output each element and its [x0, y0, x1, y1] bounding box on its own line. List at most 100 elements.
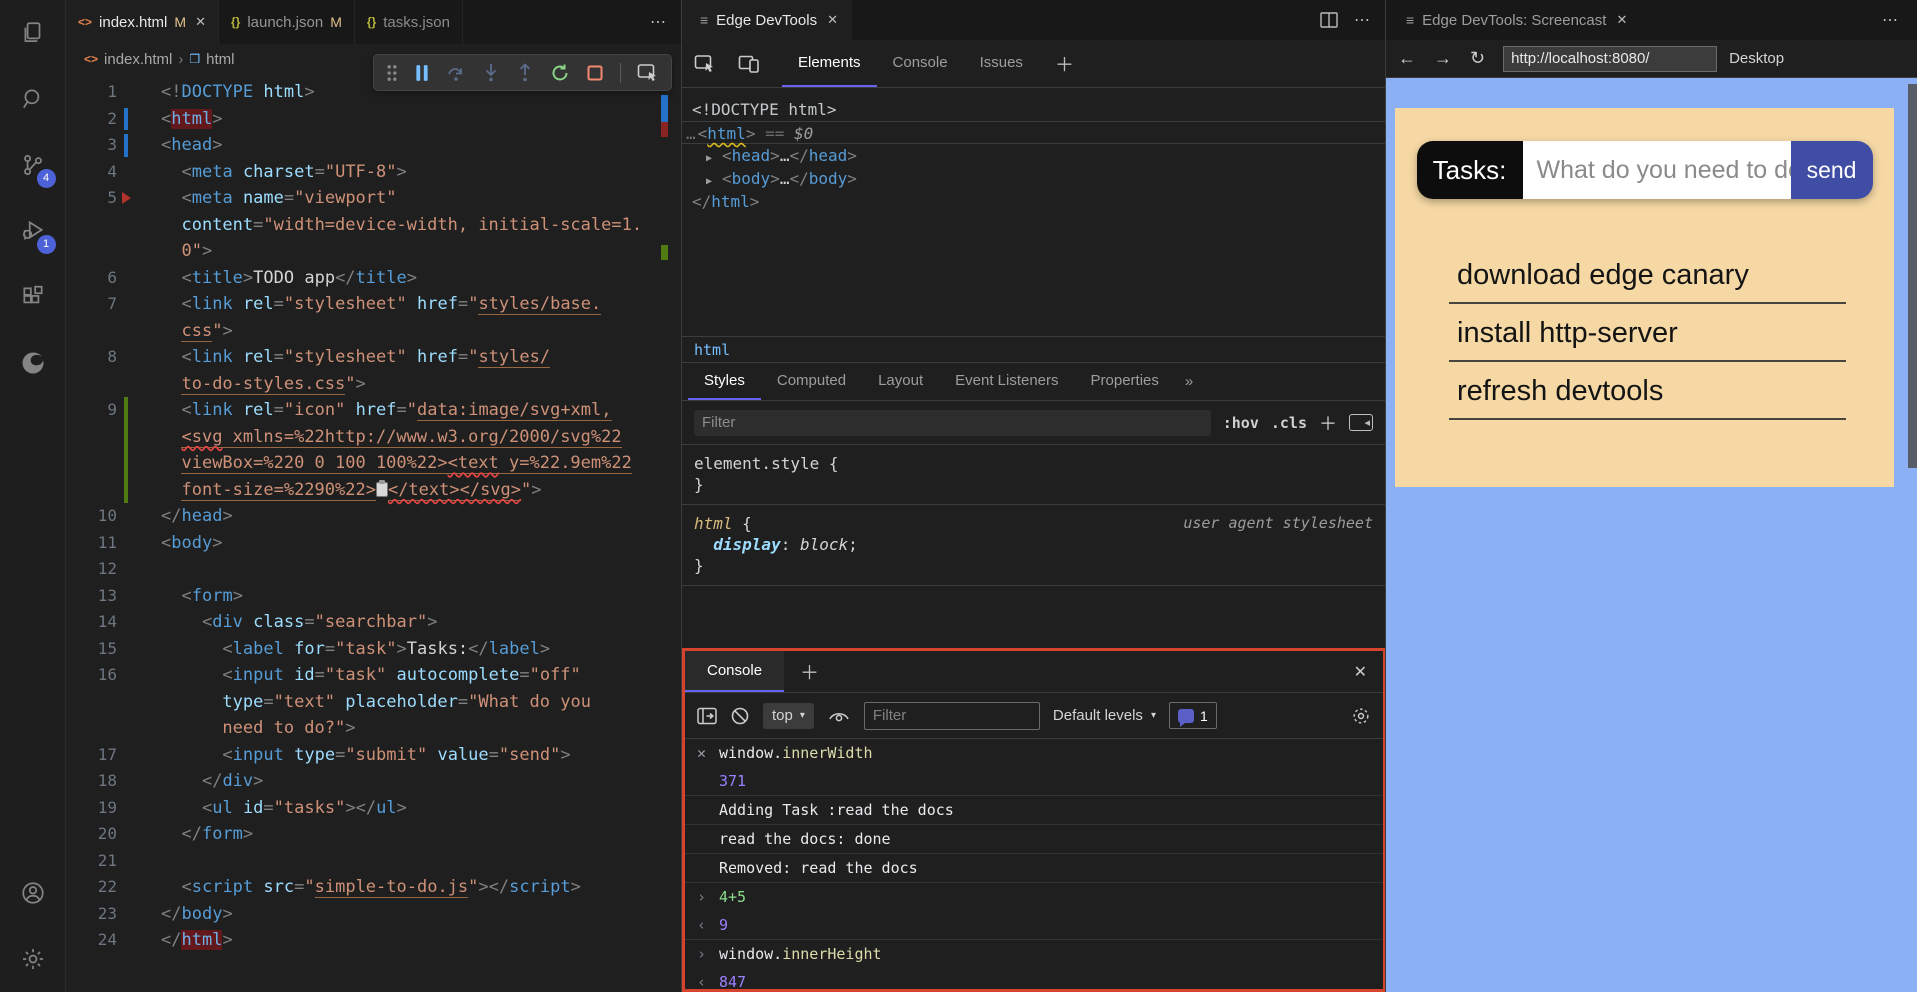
element-states-panel-icon[interactable]: ◂	[1349, 414, 1373, 431]
code-line[interactable]: 10 </head>	[66, 503, 681, 530]
code-line[interactable]: 8 <link rel="stylesheet" href="styles/	[66, 344, 681, 371]
task-item[interactable]: download edge canary	[1449, 255, 1846, 304]
code-line[interactable]: 14 <div class="searchbar">	[66, 609, 681, 636]
messages-badge[interactable]: 1	[1168, 702, 1217, 729]
run-debug-icon[interactable]: 1	[0, 198, 66, 264]
live-expression-eye-icon[interactable]	[827, 707, 851, 725]
code-line[interactable]: 20 </form>	[66, 821, 681, 848]
code-line[interactable]: content="width=device-width, initial-sca…	[66, 212, 681, 239]
console-message[interactable]: Adding Task :read the docs	[685, 795, 1383, 824]
code-line[interactable]: 18 </div>	[66, 768, 681, 795]
console-message[interactable]: › 4+5	[685, 882, 1383, 911]
cls-toggle[interactable]: .cls	[1271, 414, 1307, 432]
inspect-element-icon[interactable]	[694, 54, 716, 74]
code-line[interactable]: font-size=%2290%22> </text></svg>">	[66, 476, 681, 503]
code-line[interactable]: viewBox=%220 0 100 100%22><text y=%22.9e…	[66, 450, 681, 477]
console-filter-input[interactable]: Filter	[863, 701, 1040, 730]
code-line[interactable]: 5 <meta name="viewport"	[66, 185, 681, 212]
close-console-icon[interactable]: ✕	[1354, 662, 1367, 682]
pause-button[interactable]	[414, 64, 430, 82]
code-line[interactable]: 11 <body>	[66, 530, 681, 557]
styles-filter-input[interactable]: Filter	[694, 409, 1211, 436]
more-actions-icon[interactable]: ⋯	[1882, 10, 1899, 30]
code-line[interactable]: 3 <head>	[66, 132, 681, 159]
console-message[interactable]: ‹ 847	[685, 968, 1383, 989]
step-over-button[interactable]	[446, 63, 466, 83]
code-line[interactable]: 6 <title>TODO app</title>	[66, 265, 681, 292]
code-line[interactable]: 4 <meta charset="UTF-8">	[66, 159, 681, 186]
code-line[interactable]: 7 <link rel="stylesheet" href="styles/ba…	[66, 291, 681, 318]
forward-icon[interactable]: →	[1434, 48, 1452, 69]
code-line[interactable]: to-do-styles.css">	[66, 371, 681, 398]
explorer-icon[interactable]	[0, 0, 66, 66]
split-editor-icon[interactable]	[1320, 12, 1338, 28]
task-input[interactable]: What do you need to do	[1522, 141, 1791, 199]
code-line[interactable]: 2 <html>	[66, 106, 681, 133]
drag-grip-icon[interactable]	[386, 64, 398, 82]
code-line[interactable]: 19 <ul id="tasks"></ul>	[66, 795, 681, 822]
back-icon[interactable]: ←	[1398, 48, 1416, 69]
log-levels-dropdown[interactable]: Default levels ▾	[1053, 707, 1156, 724]
close-icon[interactable]: ✕	[1616, 12, 1627, 28]
url-input[interactable]: http://localhost:8080/	[1503, 45, 1718, 72]
code-line[interactable]: 21	[66, 848, 681, 875]
source-control-icon[interactable]: 4	[0, 132, 66, 198]
console-message[interactable]: ✕ window.innerWidth	[685, 739, 1383, 767]
clear-console-icon[interactable]	[730, 706, 750, 726]
tab-elements[interactable]: Elements	[782, 40, 877, 87]
code-line[interactable]: 0">	[66, 238, 681, 265]
node-breadcrumb[interactable]: html	[682, 336, 1385, 363]
overview-ruler[interactable]	[661, 0, 668, 992]
task-item[interactable]: install http-server	[1449, 313, 1846, 362]
code-line[interactable]: css">	[66, 318, 681, 345]
console-message[interactable]: 371	[685, 767, 1383, 795]
close-tab-icon[interactable]: ✕	[195, 14, 206, 30]
editor-tab-tasks.json[interactable]: {} tasks.json	[354, 0, 463, 44]
code-line[interactable]: need to do?">	[66, 715, 681, 742]
account-icon[interactable]	[0, 860, 66, 926]
add-console-tab-icon[interactable]: ＋	[800, 658, 819, 685]
screencast-viewport[interactable]: Tasks: What do you need to do send downl…	[1386, 78, 1917, 992]
device-emulation-icon[interactable]	[738, 54, 760, 74]
code-line[interactable]: 24 </html>	[66, 927, 681, 954]
dom-node[interactable]: ▶ <head>…</head>	[682, 144, 1385, 167]
screencast-scrollbar[interactable]	[1908, 84, 1917, 468]
console-message[interactable]: ‹ 9	[685, 911, 1383, 939]
restart-button[interactable]	[550, 63, 570, 83]
extensions-icon[interactable]	[0, 264, 66, 330]
tab-event-listeners[interactable]: Event Listeners	[939, 363, 1074, 400]
breadcrumb-node[interactable]: html	[206, 51, 234, 68]
html-rule[interactable]: html { user agent stylesheet display: bl…	[682, 505, 1385, 586]
code-line[interactable]: 13 <form>	[66, 583, 681, 610]
remove-expression-icon[interactable]: ✕	[697, 743, 706, 763]
code-line[interactable]: 23 </body>	[66, 901, 681, 928]
frame-selector[interactable]: top ▾	[763, 702, 814, 729]
code-line[interactable]: 16 <input id="task" autocomplete="off"	[66, 662, 681, 689]
search-icon[interactable]	[0, 66, 66, 132]
console-sidebar-icon[interactable]	[697, 707, 717, 725]
send-button[interactable]: send	[1790, 141, 1873, 199]
dom-node[interactable]: … <html> == $0	[682, 121, 1385, 144]
step-out-button[interactable]	[516, 62, 534, 83]
hov-toggle[interactable]: :hov	[1223, 414, 1259, 432]
code-line[interactable]: 12	[66, 556, 681, 583]
dom-node[interactable]: <!DOCTYPE html>	[682, 98, 1385, 121]
add-tab-icon[interactable]: ＋	[1055, 50, 1074, 77]
dom-node[interactable]: ▶ <body>…</body>	[682, 167, 1385, 190]
tab-properties[interactable]: Properties	[1075, 363, 1175, 400]
dom-tree[interactable]: <!DOCTYPE html>… <html> == $0 ▶ <head>…</he…	[682, 88, 1385, 336]
edge-devtools-icon[interactable]	[0, 330, 66, 396]
breadcrumb-file[interactable]: index.html	[104, 51, 172, 68]
console-messages[interactable]: ✕ window.innerWidth 371 Adding Task :read t…	[685, 739, 1383, 989]
reload-icon[interactable]: ↻	[1470, 48, 1485, 69]
console-tab[interactable]: Console	[685, 651, 785, 692]
close-icon[interactable]: ✕	[827, 12, 838, 28]
new-style-rule-icon[interactable]: ＋	[1319, 410, 1337, 436]
console-message[interactable]: Removed: read the docs	[685, 853, 1383, 882]
code-line[interactable]: 22 <script src="simple-to-do.js"></scrip…	[66, 874, 681, 901]
console-message[interactable]: read the docs: done	[685, 824, 1383, 853]
more-actions-icon[interactable]: ⋯	[1354, 10, 1371, 30]
tab-computed[interactable]: Computed	[761, 363, 862, 400]
code-line[interactable]: <svg xmlns=%22http://www.w3.org/2000/svg…	[66, 423, 681, 450]
step-into-button[interactable]	[482, 63, 500, 83]
